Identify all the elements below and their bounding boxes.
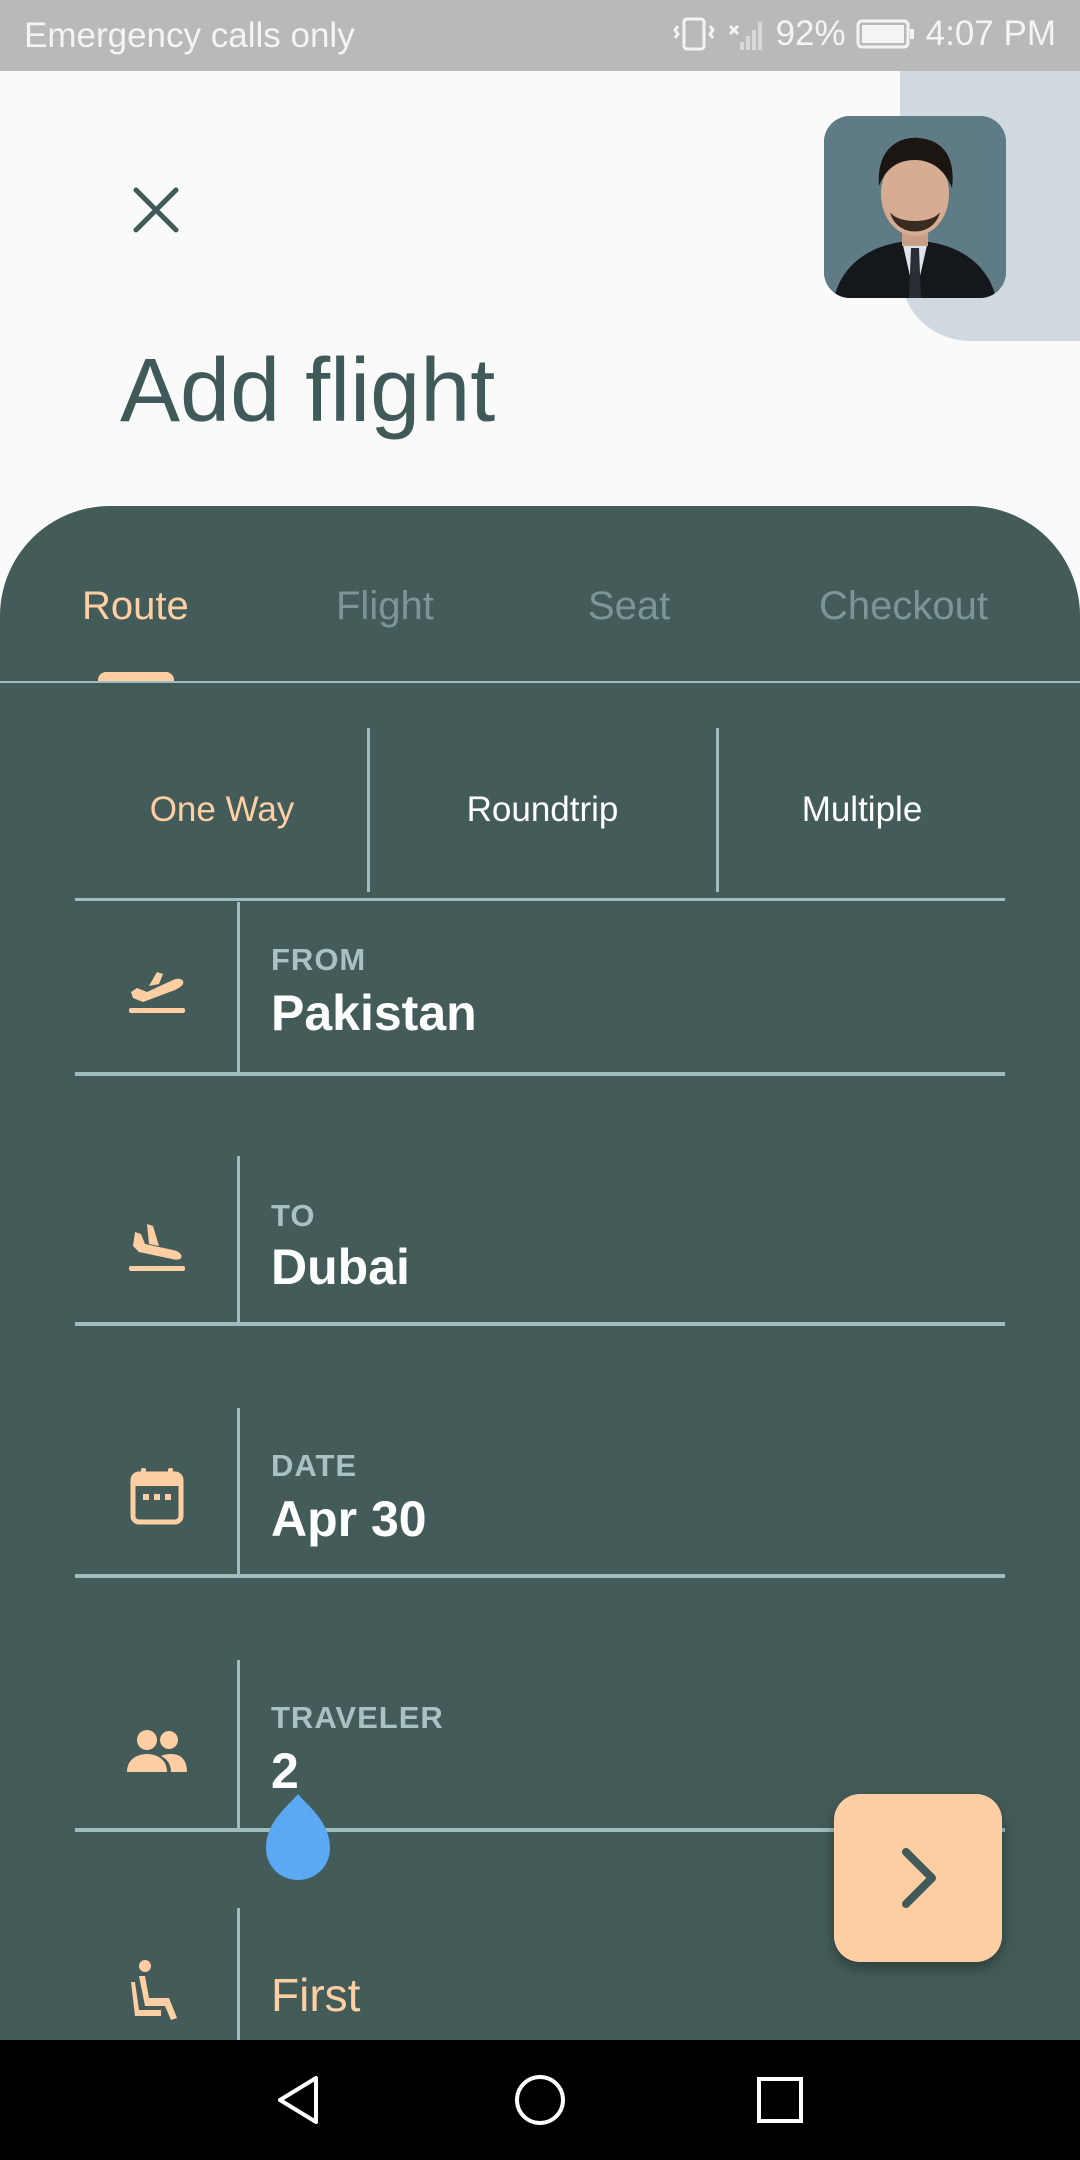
page-title: Add flight: [120, 341, 496, 441]
next-button[interactable]: [834, 1794, 1002, 1962]
from-field[interactable]: FROM Pakistan: [75, 902, 1005, 1082]
field-divider: [237, 1908, 240, 2040]
flight-land-icon: [129, 1224, 185, 1271]
avatar[interactable]: [824, 116, 1006, 298]
signal-icon: [728, 22, 762, 50]
trip-type-selector: One Way Roundtrip Multiple: [75, 728, 1005, 901]
status-icons: 92% 4:07 PM: [672, 14, 1056, 54]
battery-percent: 92%: [775, 14, 846, 53]
traveler-label: TRAVELER: [271, 1700, 444, 1735]
tab-flight[interactable]: Flight: [336, 584, 434, 629]
status-bar: Emergency calls only 92% 4:07 PM: [0, 0, 1080, 71]
carrier-text: Emergency calls only: [24, 16, 355, 55]
field-divider: [237, 1408, 240, 1574]
date-field[interactable]: DATE Apr 30: [75, 1408, 1005, 1588]
one-way-option[interactable]: One Way: [75, 728, 369, 892]
slider-thumb[interactable]: [264, 1792, 332, 1882]
to-label: TO: [271, 1198, 316, 1233]
calendar-icon: [130, 1468, 184, 1525]
recents-icon[interactable]: [750, 2070, 810, 2130]
seat-icon: [131, 1960, 177, 2020]
multiple-option[interactable]: Multiple: [719, 728, 1005, 892]
chevron-right-icon: [902, 1848, 936, 1908]
field-divider: [237, 1156, 240, 1322]
class-value: First: [271, 1969, 361, 2021]
field-underline: [75, 1322, 1005, 1326]
vibrate-icon: [672, 17, 715, 51]
field-underline: [75, 1072, 1005, 1076]
from-label: FROM: [271, 942, 367, 977]
back-icon[interactable]: [270, 2070, 330, 2130]
flight-takeoff-icon: [129, 972, 185, 1013]
tab-route[interactable]: Route: [82, 584, 189, 629]
close-icon[interactable]: [124, 178, 188, 242]
to-field[interactable]: TO Dubai: [75, 1156, 1005, 1336]
navigation-bar: [0, 2040, 1080, 2160]
from-value: Pakistan: [271, 985, 477, 1041]
home-icon[interactable]: [510, 2070, 570, 2130]
tab-checkout[interactable]: Checkout: [819, 584, 988, 629]
tab-indicator: [98, 672, 174, 681]
field-underline: [75, 1574, 1005, 1578]
tab-bar: Route Flight Seat Checkout: [0, 506, 1080, 683]
trip-underline: [75, 898, 1005, 901]
field-divider: [237, 1660, 240, 1828]
field-divider: [237, 902, 240, 1072]
people-icon: [127, 1730, 187, 1772]
battery-icon: [856, 19, 914, 49]
avatar-image: [824, 116, 1006, 298]
clock: 4:07 PM: [925, 14, 1056, 53]
to-value: Dubai: [271, 1239, 410, 1295]
date-value: Apr 30: [271, 1491, 427, 1547]
roundtrip-option[interactable]: Roundtrip: [370, 728, 715, 892]
date-label: DATE: [271, 1448, 358, 1483]
tab-seat[interactable]: Seat: [588, 584, 670, 629]
